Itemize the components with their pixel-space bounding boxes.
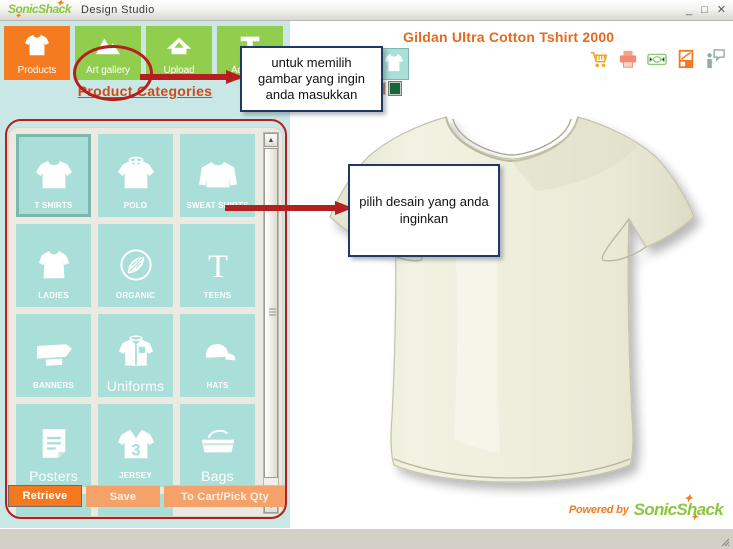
- save-button[interactable]: Save: [86, 485, 160, 507]
- category-tile-teens[interactable]: T TEENS: [180, 224, 255, 307]
- callout-art-gallery: untuk memilih gambar yang ingin anda mas…: [240, 46, 383, 112]
- tshirt-icon: [31, 153, 77, 197]
- app-stage: Products Art gallery Upload Product Cate…: [0, 21, 733, 528]
- panel-action-buttons: Retrieve Save To Cart/Pick Qty: [8, 485, 286, 507]
- svg-text:T: T: [207, 248, 227, 283]
- category-tile-jersey[interactable]: 3 JERSEY: [98, 404, 173, 487]
- design-icon[interactable]: [676, 49, 696, 69]
- poster-icon: [31, 421, 77, 465]
- category-tile-bags[interactable]: Bags: [180, 404, 255, 487]
- toolbar-button-upload[interactable]: Upload: [146, 26, 212, 80]
- design-header-icons: [589, 49, 725, 69]
- scroll-up-button[interactable]: ▲: [264, 133, 278, 147]
- retrieve-button[interactable]: Retrieve: [8, 485, 82, 507]
- to-cart-pick-qty-button[interactable]: To Cart/Pick Qty: [164, 485, 286, 507]
- category-grid: T SHIRTS POLO SWEAT SHIRTS LADIES ORGANI…: [16, 134, 256, 517]
- category-tile-banners[interactable]: BANNERS: [16, 314, 91, 397]
- product-title: Gildan Ultra Cotton Tshirt 2000: [403, 29, 615, 45]
- callout-text: pilih desain yang anda inginkan: [359, 194, 489, 226]
- brand-sparkle-3-icon: ✦: [690, 512, 699, 522]
- category-tile-sweat-shirts[interactable]: SWEAT SHIRTS: [180, 134, 255, 217]
- uniform-icon: [113, 331, 159, 375]
- polo-icon: [113, 153, 159, 197]
- category-label: SWEAT SHIRTS: [186, 201, 249, 210]
- category-label: Uniforms: [106, 378, 165, 394]
- callout-text: untuk memilih gambar yang ingin anda mas…: [258, 54, 365, 103]
- category-label: HATS: [206, 381, 229, 390]
- money-icon[interactable]: [647, 49, 667, 69]
- maximize-button[interactable]: □: [701, 5, 708, 16]
- upload-home-icon: [164, 32, 194, 58]
- cap-icon: [195, 333, 241, 377]
- bag-icon: [195, 421, 241, 465]
- jersey-icon: 3: [113, 423, 159, 467]
- logo-sparkle-icon: ✦: [56, 0, 64, 8]
- sweater-icon: [195, 153, 241, 197]
- powered-by-label: Powered by: [568, 504, 629, 516]
- info-icon[interactable]: [705, 49, 725, 69]
- toolbar-button-art-gallery[interactable]: Art gallery: [75, 26, 141, 80]
- close-button[interactable]: ✕: [717, 5, 726, 16]
- resize-grip-icon[interactable]: [718, 534, 730, 547]
- toolbar-button-products[interactable]: Products: [4, 26, 70, 80]
- category-tile-organic[interactable]: ORGANIC: [98, 224, 173, 307]
- window-titlebar: SonicShack ✦ ✦ Design Studio _ □ ✕: [0, 0, 733, 21]
- scrollbar-grip-icon: [269, 308, 276, 318]
- printer-icon[interactable]: [618, 49, 638, 69]
- category-list-container: T SHIRTS POLO SWEAT SHIRTS LADIES ORGANI…: [8, 127, 283, 517]
- category-tile-polo[interactable]: POLO: [98, 134, 173, 217]
- family-icon: [113, 513, 159, 517]
- green-swatch[interactable]: [388, 81, 402, 96]
- tshirt-preview[interactable]: [300, 99, 725, 499]
- tshirt-icon: [22, 32, 52, 58]
- letter-t-icon: T: [195, 243, 241, 287]
- toolbar-label-upload: Upload: [163, 65, 195, 76]
- category-label: Bags: [201, 468, 234, 484]
- category-tile-uniforms[interactable]: Uniforms: [98, 314, 173, 397]
- cart-icon[interactable]: [589, 49, 609, 69]
- category-label: TEENS: [203, 291, 232, 300]
- app-title: Design Studio: [81, 4, 155, 16]
- toolbar-label-art-gallery: Art gallery: [86, 65, 130, 76]
- category-label: JERSEY: [119, 471, 152, 480]
- product-thumbnail[interactable]: [379, 48, 409, 80]
- category-tile-posters[interactable]: Posters: [16, 404, 91, 487]
- powered-by-footer: Powered by SonicShack ✦ ✦ ✦: [568, 494, 724, 522]
- svg-text:3: 3: [131, 441, 140, 459]
- brand-sparkle-icon: ✦: [683, 493, 693, 505]
- category-label: LADIES: [38, 291, 69, 300]
- scrollbar-thumb[interactable]: [264, 148, 278, 478]
- category-tile-t-shirts[interactable]: T SHIRTS: [16, 134, 91, 217]
- category-label: T SHIRTS: [34, 201, 73, 210]
- minimize-button[interactable]: _: [686, 5, 692, 16]
- category-label: Posters: [29, 468, 78, 484]
- category-tile-ladies[interactable]: LADIES: [16, 224, 91, 307]
- brand-text: SonicShack: [633, 500, 724, 519]
- category-tile-hats[interactable]: HATS: [180, 314, 255, 397]
- toolbar-label-products: Products: [17, 65, 57, 76]
- tshirt-thumb-icon: [384, 51, 404, 78]
- banner-icon: [31, 333, 77, 377]
- powered-by-brand: SonicShack ✦ ✦ ✦: [633, 494, 724, 522]
- status-bar: [0, 528, 733, 549]
- category-label: BANNERS: [33, 381, 74, 390]
- sonicshack-logo: SonicShack ✦ ✦: [8, 0, 72, 20]
- ladies-icon: [31, 243, 77, 287]
- design-studio-window: SonicShack ✦ ✦ Design Studio _ □ ✕ Produ…: [0, 0, 733, 549]
- golf-icon: [31, 513, 77, 517]
- logo-sparkle-small-icon: ✦: [15, 13, 21, 20]
- callout-design-selection: pilih desain yang anda inginkan: [348, 164, 500, 257]
- category-label: POLO: [123, 201, 148, 210]
- category-label: ORGANIC: [115, 291, 156, 300]
- mountains-icon: [93, 32, 123, 58]
- category-scrollbar[interactable]: ▲ ▼: [263, 132, 279, 514]
- window-controls: _ □ ✕: [686, 5, 726, 16]
- leaf-icon: [113, 243, 159, 287]
